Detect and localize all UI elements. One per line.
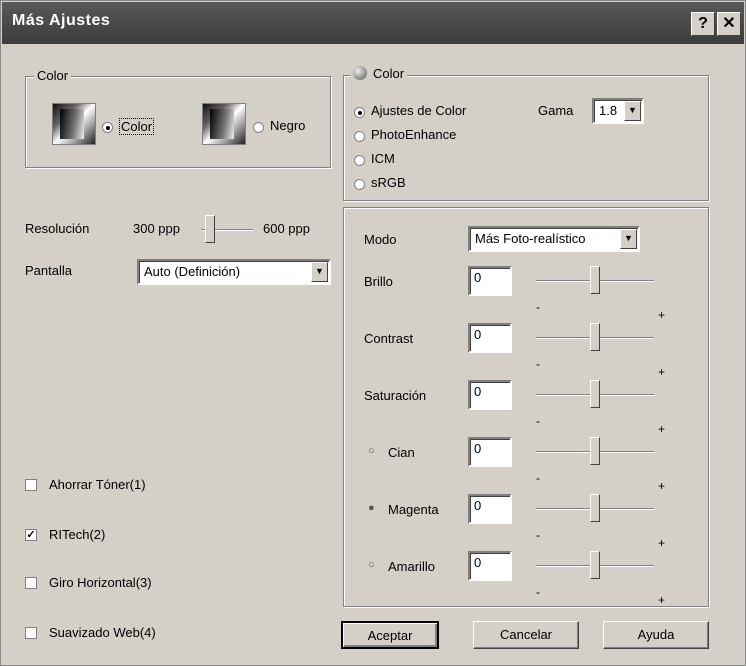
amarillo-slider[interactable] bbox=[536, 551, 654, 581]
help-titlebar-button[interactable]: ? bbox=[691, 12, 715, 36]
left-color-group: Color Color Negro bbox=[25, 68, 331, 168]
ritech-label[interactable]: RITech(2) bbox=[49, 527, 105, 542]
amarillo-dot-icon: ○ bbox=[368, 559, 375, 571]
brillo-slider-thumb[interactable] bbox=[590, 266, 600, 294]
saturaci-n-minus-label: - bbox=[536, 414, 540, 428]
cian-plus-label: + bbox=[658, 479, 666, 493]
pantalla-value: Auto (Definición) bbox=[144, 264, 241, 279]
cancelar-button[interactable]: Cancelar bbox=[473, 621, 579, 649]
close-button[interactable]: ✕ bbox=[717, 12, 741, 36]
suavizado-web-checkbox[interactable] bbox=[25, 627, 37, 639]
mas-ajustes-dialog: Más Ajustes ? ✕ Color Color Negro Resolu… bbox=[0, 0, 746, 666]
magenta-slider[interactable] bbox=[536, 494, 654, 524]
amarillo-slider-thumb[interactable] bbox=[590, 551, 600, 579]
ritech-checkbox[interactable]: ✓ bbox=[25, 529, 37, 541]
ajustes-de-color-label[interactable]: Ajustes de Color bbox=[371, 103, 466, 118]
magenta-input[interactable]: 0 bbox=[468, 494, 512, 524]
cian-label: Cian bbox=[388, 445, 415, 460]
pantalla-select[interactable]: Auto (Definición) ▼ bbox=[137, 259, 331, 285]
cian-slider[interactable] bbox=[536, 437, 654, 467]
ahorrar-toner-checkbox[interactable] bbox=[25, 479, 37, 491]
resolution-label: Resolución bbox=[25, 221, 90, 236]
adjustments-group: Modo Más Foto-realístico ▼ Brillo 0 - + Cont… bbox=[343, 207, 709, 607]
contrast-slider-thumb[interactable] bbox=[590, 323, 600, 351]
icm-label[interactable]: ICM bbox=[371, 151, 395, 166]
icm-radio[interactable] bbox=[354, 155, 365, 166]
chevron-down-icon[interactable]: ▼ bbox=[624, 101, 641, 121]
contrast-slider[interactable] bbox=[536, 323, 654, 353]
color-palette-icon bbox=[353, 66, 367, 80]
resolution-low-label: 300 ppp bbox=[133, 221, 180, 236]
gama-select[interactable]: 1.8 ▼ bbox=[592, 98, 644, 124]
photoenhance-radio[interactable] bbox=[354, 131, 365, 142]
color-radio-label[interactable]: Color bbox=[119, 118, 155, 135]
amarillo-input[interactable]: 0 bbox=[468, 551, 512, 581]
negro-radio[interactable] bbox=[253, 122, 264, 133]
ajustes-de-color-radio[interactable] bbox=[354, 107, 365, 118]
cian-minus-label: - bbox=[536, 471, 540, 485]
photoenhance-label[interactable]: PhotoEnhance bbox=[371, 127, 456, 142]
contrast-plus-label: + bbox=[658, 365, 666, 379]
srgb-label[interactable]: sRGB bbox=[371, 175, 406, 190]
right-color-legend: Color bbox=[350, 66, 408, 81]
ayuda-button[interactable]: Ayuda bbox=[603, 621, 709, 649]
brillo-slider[interactable] bbox=[536, 266, 654, 296]
title-bar: Más Ajustes ? ✕ bbox=[2, 2, 744, 44]
aceptar-button[interactable]: Aceptar bbox=[341, 621, 439, 649]
gama-value: 1.8 bbox=[599, 103, 618, 118]
resolution-high-label: 600 ppp bbox=[263, 221, 310, 236]
saturaci-n-slider[interactable] bbox=[536, 380, 654, 410]
magenta-plus-label: + bbox=[658, 536, 666, 550]
saturaci-n-slider-thumb[interactable] bbox=[590, 380, 600, 408]
giro-horizontal-label[interactable]: Giro Horizontal(3) bbox=[49, 575, 152, 590]
amarillo-plus-label: + bbox=[658, 593, 666, 607]
saturaci-n-input[interactable]: 0 bbox=[468, 380, 512, 410]
brillo-label: Brillo bbox=[364, 274, 393, 289]
contrast-input[interactable]: 0 bbox=[468, 323, 512, 353]
saturaci-n-label: Saturación bbox=[364, 388, 427, 403]
suavizado-web-label[interactable]: Suavizado Web(4) bbox=[49, 625, 156, 640]
contrast-label: Contrast bbox=[364, 331, 414, 346]
brillo-input[interactable]: 0 bbox=[468, 266, 512, 296]
resolution-slider-thumb[interactable] bbox=[205, 215, 215, 243]
pantalla-label: Pantalla bbox=[25, 263, 72, 278]
right-color-legend-text: Color bbox=[373, 66, 405, 81]
modo-label: Modo bbox=[364, 232, 397, 247]
black-preview-image bbox=[202, 103, 246, 145]
modo-value: Más Foto-realístico bbox=[475, 231, 586, 246]
magenta-dot-icon: ● bbox=[368, 502, 375, 514]
cian-dot-icon: ○ bbox=[368, 445, 375, 457]
cian-slider-thumb[interactable] bbox=[590, 437, 600, 465]
window-title: Más Ajustes bbox=[12, 12, 111, 29]
right-color-group: Color Ajustes de Color PhotoEnhance ICM … bbox=[343, 66, 709, 201]
ahorrar-toner-label[interactable]: Ahorrar Tóner(1) bbox=[49, 477, 146, 492]
magenta-slider-thumb[interactable] bbox=[590, 494, 600, 522]
magenta-minus-label: - bbox=[536, 528, 540, 542]
chevron-down-icon[interactable]: ▼ bbox=[620, 229, 637, 249]
magenta-label: Magenta bbox=[388, 502, 439, 517]
brillo-plus-label: + bbox=[658, 308, 666, 322]
color-preview-image bbox=[52, 103, 96, 145]
cian-input[interactable]: 0 bbox=[468, 437, 512, 467]
contrast-minus-label: - bbox=[536, 357, 540, 371]
left-color-legend: Color bbox=[34, 68, 72, 83]
color-radio[interactable] bbox=[102, 122, 113, 133]
chevron-down-icon[interactable]: ▼ bbox=[311, 262, 328, 282]
giro-horizontal-checkbox[interactable] bbox=[25, 577, 37, 589]
amarillo-label: Amarillo bbox=[388, 559, 435, 574]
resolution-slider[interactable] bbox=[201, 215, 253, 245]
saturaci-n-plus-label: + bbox=[658, 422, 666, 436]
modo-select[interactable]: Más Foto-realístico ▼ bbox=[468, 226, 640, 252]
negro-radio-label[interactable]: Negro bbox=[270, 118, 305, 133]
srgb-radio[interactable] bbox=[354, 179, 365, 190]
brillo-minus-label: - bbox=[536, 300, 540, 314]
amarillo-minus-label: - bbox=[536, 585, 540, 599]
gama-label: Gama bbox=[538, 103, 574, 118]
